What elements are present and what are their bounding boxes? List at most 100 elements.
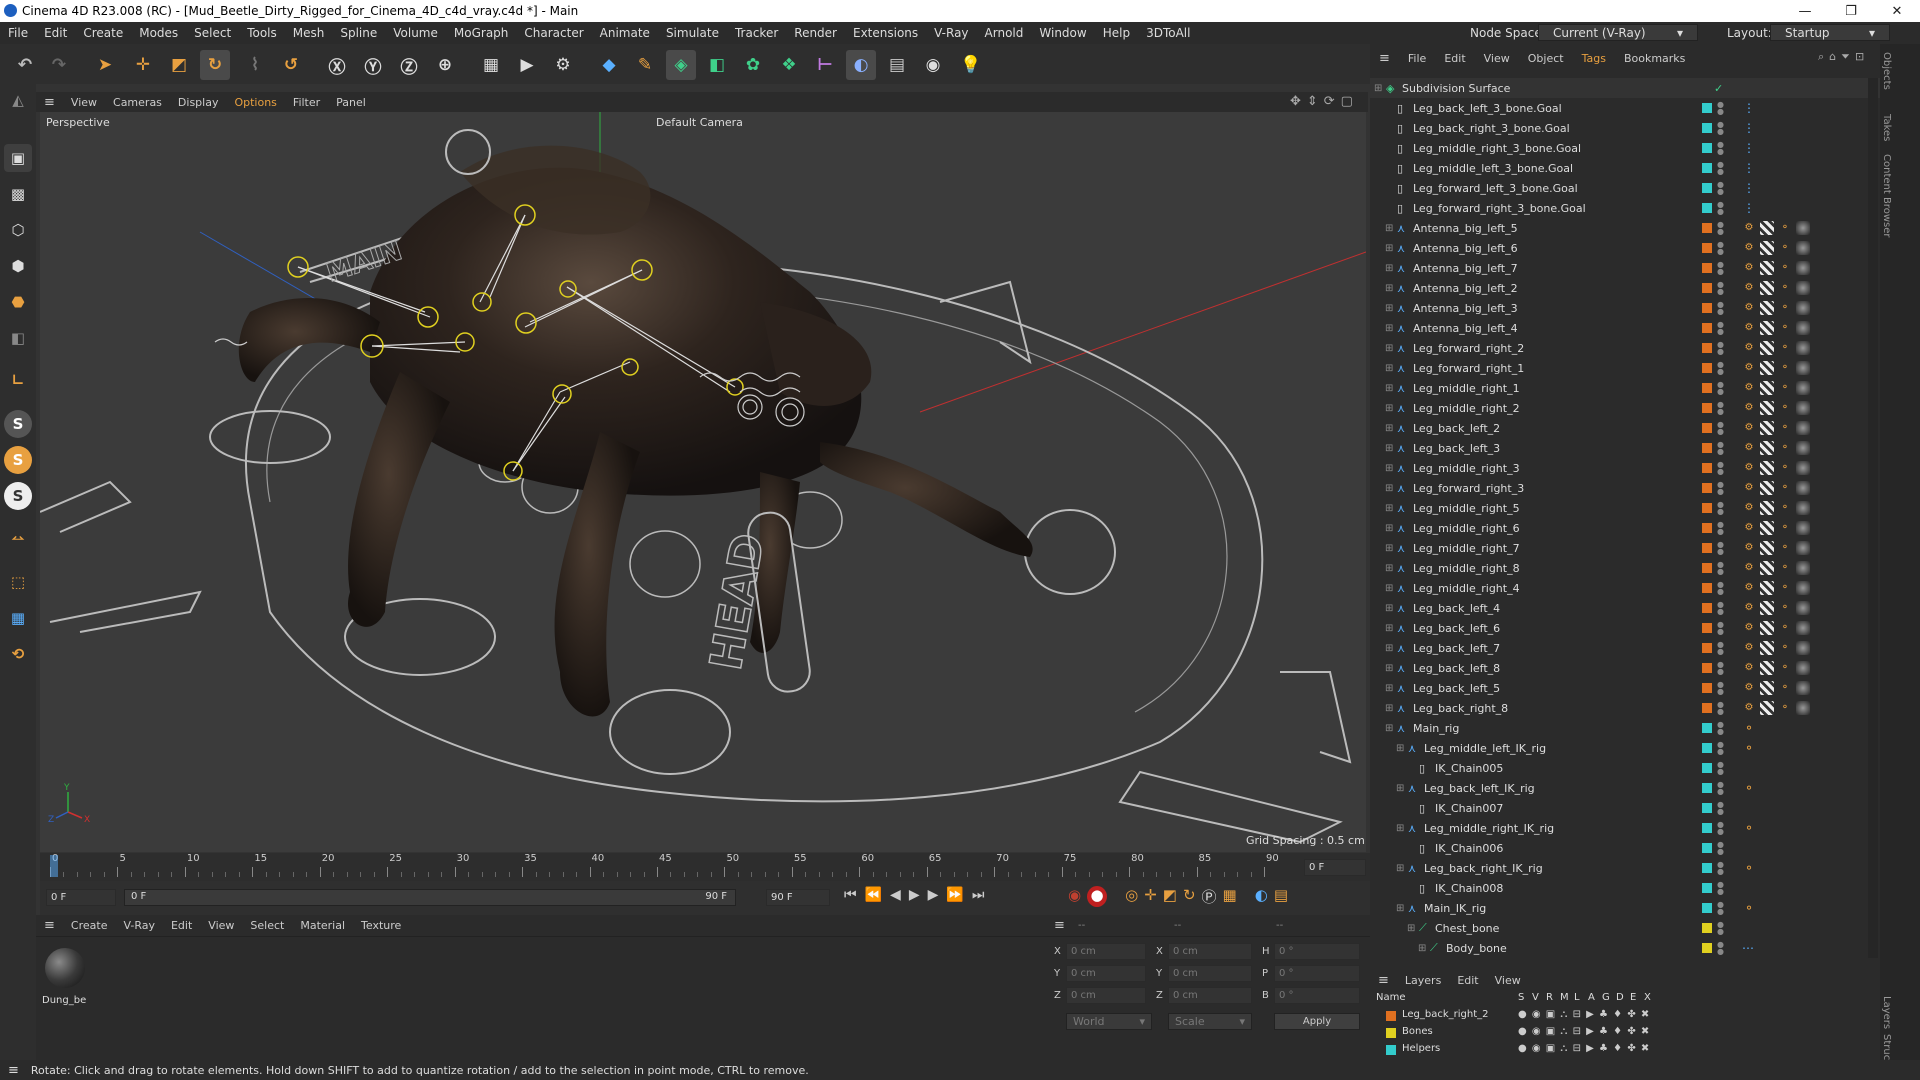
object-name[interactable]: Antenna_big_left_6 bbox=[1413, 242, 1518, 255]
object-row[interactable]: ⊞ ⋏ Antenna_big_left_4 ● ● ⚙ ⚬ bbox=[1370, 318, 1880, 338]
object-name[interactable]: IK_Chain005 bbox=[1435, 762, 1503, 775]
object-row[interactable]: ⊞ ⋏ Antenna_big_left_7 ● ● ⚙ ⚬ bbox=[1370, 258, 1880, 278]
texture-mode-icon[interactable]: ▩ bbox=[4, 180, 32, 208]
visibility-dots-icon[interactable]: ● ● bbox=[1717, 301, 1724, 316]
move-tool-icon[interactable]: ✛ bbox=[128, 50, 158, 80]
object-row[interactable]: ▯ Leg_back_right_3_bone.Goal ● ● ⋮ bbox=[1370, 118, 1880, 138]
array-icon[interactable]: ◧ bbox=[702, 50, 732, 80]
object-row[interactable]: ⊞ ⋏ Leg_back_right_8 ● ● ⚙ ⚬ bbox=[1370, 698, 1880, 718]
material-tag-icon[interactable] bbox=[1760, 581, 1774, 595]
texture-tag-icon[interactable] bbox=[1796, 621, 1810, 635]
texture-tag-icon[interactable] bbox=[1796, 521, 1810, 535]
weight-tag-icon[interactable]: ⚙ bbox=[1742, 501, 1756, 515]
x-axis-icon[interactable]: Ⓧ bbox=[322, 50, 352, 80]
object-row[interactable]: ▯ IK_Chain007 ● ● bbox=[1370, 798, 1880, 818]
position-x-field[interactable]: 0 cm bbox=[1066, 943, 1146, 960]
visibility-dots-icon[interactable]: ● ● bbox=[1717, 381, 1724, 396]
object-row[interactable]: ⊞ ⋏ Leg_middle_right_4 ● ● ⚙ ⚬ bbox=[1370, 578, 1880, 598]
material-tag-icon[interactable] bbox=[1760, 421, 1774, 435]
texture-tag-icon[interactable] bbox=[1796, 601, 1810, 615]
object-name[interactable]: Leg_middle_right_2 bbox=[1413, 402, 1520, 415]
texture-tag-icon[interactable] bbox=[1796, 421, 1810, 435]
object-row[interactable]: ⊞ ⋏ Leg_middle_right_7 ● ● ⚙ ⚬ bbox=[1370, 538, 1880, 558]
weight-tag-icon[interactable]: ⚙ bbox=[1742, 701, 1756, 715]
layer-row[interactable]: Helpers ● ◉ ▣ ⛬ ⊟ ▶ ♣ ♦ ✤ ✖ bbox=[1370, 1042, 1880, 1058]
object-name[interactable]: Leg_back_right_8 bbox=[1413, 702, 1508, 715]
material-swatch[interactable] bbox=[42, 945, 88, 991]
foot-controller-front-left[interactable] bbox=[209, 410, 331, 464]
object-row[interactable]: ⊞ ◈ Subdivision Surface ✓ bbox=[1370, 78, 1880, 98]
material-tag-icon[interactable] bbox=[1760, 221, 1774, 235]
visibility-dots-icon[interactable]: ● ● bbox=[1717, 681, 1724, 696]
texture-tag-icon[interactable] bbox=[1796, 401, 1810, 415]
object-row[interactable]: ⊞ ⋏ Leg_back_left_7 ● ● ⚙ ⚬ bbox=[1370, 638, 1880, 658]
side-tab-objects[interactable]: Objects bbox=[1881, 52, 1892, 90]
layer-color-swatch[interactable] bbox=[1386, 1045, 1396, 1055]
prev-frame-icon[interactable]: ◀ bbox=[890, 887, 901, 903]
ik-tag-icon[interactable]: ⚬ bbox=[1778, 601, 1792, 615]
weight-tag-icon[interactable]: ⚙ bbox=[1742, 661, 1756, 675]
cube-icon[interactable]: ◆ bbox=[594, 50, 624, 80]
ik-tag-icon[interactable]: ⚬ bbox=[1778, 641, 1792, 655]
subdivision-icon[interactable]: ◈ bbox=[666, 50, 696, 80]
visibility-dots-icon[interactable]: ● ● bbox=[1717, 501, 1724, 516]
key-position-icon[interactable]: ✛ bbox=[1144, 886, 1157, 907]
uv-mode-icon[interactable]: ◧ bbox=[4, 324, 32, 352]
layer-color-swatch[interactable] bbox=[1386, 1028, 1396, 1038]
object-name[interactable]: Leg_middle_right_5 bbox=[1413, 502, 1520, 515]
size-y-field[interactable]: 0 cm bbox=[1168, 965, 1252, 982]
camera-label[interactable]: Default Camera bbox=[656, 116, 743, 129]
object-row[interactable]: ▯ IK_Chain005 ● ● bbox=[1370, 758, 1880, 778]
visibility-dots-icon[interactable]: ● ● bbox=[1717, 781, 1724, 796]
object-name[interactable]: Leg_back_right_IK_rig bbox=[1424, 862, 1543, 875]
leg-front-right[interactable] bbox=[820, 442, 1033, 557]
object-menu-bookmarks[interactable]: Bookmarks bbox=[1615, 52, 1694, 65]
material-name[interactable]: Dung_be bbox=[42, 995, 86, 1006]
object-row[interactable]: ⊞ ⋏ Leg_back_left_4 ● ● ⚙ ⚬ bbox=[1370, 598, 1880, 618]
object-row[interactable]: ⊞ ⋏ Leg_back_left_5 ● ● ⚙ ⚬ bbox=[1370, 678, 1880, 698]
object-scrollbar[interactable] bbox=[1868, 78, 1878, 958]
visibility-dots-icon[interactable]: ● ● bbox=[1717, 581, 1724, 596]
expand-toggle-icon[interactable]: ⊞ bbox=[1385, 483, 1393, 494]
expand-toggle-icon[interactable]: ⊞ bbox=[1385, 643, 1393, 654]
material-menu-edit[interactable]: Edit bbox=[163, 919, 200, 932]
texture-tag-icon[interactable] bbox=[1796, 281, 1810, 295]
expand-toggle-icon[interactable]: ⊞ bbox=[1385, 363, 1393, 374]
scale-tool-icon[interactable]: ◩ bbox=[164, 50, 194, 80]
playhead[interactable] bbox=[50, 855, 58, 877]
select-tool-icon[interactable]: ➤ bbox=[90, 50, 120, 80]
expand-toggle-icon[interactable]: ⊞ bbox=[1385, 383, 1393, 394]
menu-file[interactable]: File bbox=[0, 26, 36, 40]
visibility-dots-icon[interactable]: ● ● bbox=[1717, 401, 1724, 416]
texture-tag-icon[interactable] bbox=[1796, 581, 1810, 595]
object-row[interactable]: ▯ Leg_back_left_3_bone.Goal ● ● ⋮ bbox=[1370, 98, 1880, 118]
goto-start-icon[interactable]: ⏮ bbox=[844, 887, 857, 903]
visibility-dots-icon[interactable]: ● ● bbox=[1717, 121, 1724, 136]
object-menu-tags[interactable]: Tags bbox=[1573, 52, 1615, 65]
record-icon[interactable]: ◉ bbox=[1068, 886, 1081, 907]
minimize-button[interactable]: — bbox=[1782, 0, 1828, 22]
expand-toggle-icon[interactable]: ⊞ bbox=[1385, 503, 1393, 514]
layer-toggle-icons[interactable]: ● ◉ ▣ ⛬ ⊟ ▶ ♣ ♦ ✤ ✖ bbox=[1518, 1043, 1650, 1054]
object-name[interactable]: Leg_middle_right_4 bbox=[1413, 582, 1520, 595]
expand-toggle-icon[interactable]: ⊞ bbox=[1385, 583, 1393, 594]
motion-system-icon[interactable]: ◐ bbox=[1255, 886, 1268, 907]
magnet-icon[interactable]: ⥎ bbox=[4, 524, 32, 552]
weight-tag-icon[interactable]: ⚙ bbox=[1742, 561, 1756, 575]
snap-icon[interactable]: S bbox=[4, 410, 32, 438]
material-tag-icon[interactable] bbox=[1760, 701, 1774, 715]
object-name[interactable]: Leg_middle_right_3 bbox=[1413, 462, 1520, 475]
ik-tag-icon[interactable]: ⚬ bbox=[1742, 781, 1756, 795]
object-row[interactable]: ⊞ ⋏ Leg_middle_right_6 ● ● ⚙ ⚬ bbox=[1370, 518, 1880, 538]
material-tag-icon[interactable] bbox=[1760, 641, 1774, 655]
side-tab-takes[interactable]: Takes bbox=[1881, 114, 1892, 141]
object-name[interactable]: Leg_back_left_3 bbox=[1413, 442, 1500, 455]
material-tag-icon[interactable] bbox=[1760, 681, 1774, 695]
material-menu-texture[interactable]: Texture bbox=[353, 919, 409, 932]
object-row[interactable]: ⊞ ⋏ Leg_back_left_IK_rig ● ● ⚬ bbox=[1370, 778, 1880, 798]
material-tag-icon[interactable] bbox=[1760, 461, 1774, 475]
visibility-dots-icon[interactable]: ● ● bbox=[1717, 141, 1724, 156]
ik-tag-icon[interactable]: ⚬ bbox=[1778, 381, 1792, 395]
apply-button[interactable]: Apply bbox=[1274, 1013, 1360, 1030]
visibility-dots-icon[interactable]: ● ● bbox=[1717, 481, 1724, 496]
